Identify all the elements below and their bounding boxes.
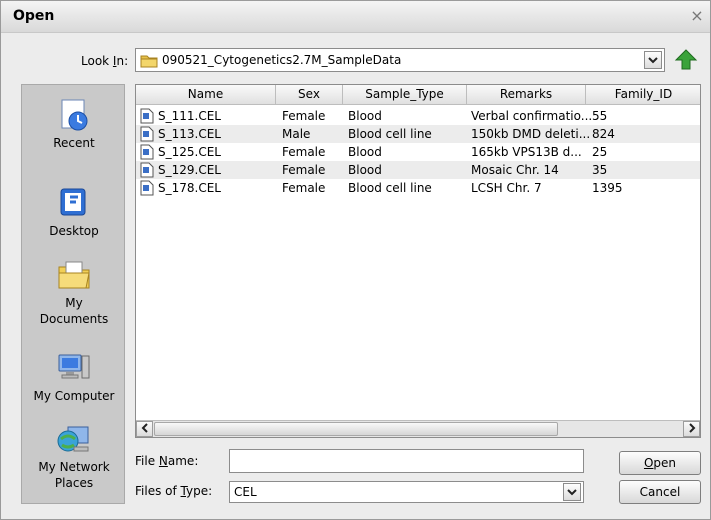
column-header-sample-type[interactable]: Sample_Type bbox=[343, 85, 467, 105]
file-sex: Female bbox=[282, 181, 326, 195]
look-in-value: 090521_Cytogenetics2.7M_SampleData bbox=[162, 53, 402, 67]
file-name: S_125.CEL bbox=[158, 145, 221, 159]
table-row[interactable]: S_129.CEL Female Blood Mosaic Chr. 14 35 bbox=[136, 161, 700, 179]
up-arrow-icon bbox=[674, 49, 698, 70]
look-in-dropdown-button[interactable] bbox=[644, 51, 662, 69]
folder-icon bbox=[140, 55, 158, 68]
my-documents-icon bbox=[58, 261, 90, 289]
table-row[interactable]: S_125.CEL Female Blood 165kb VPS13B d...… bbox=[136, 143, 700, 161]
file-remarks: 150kb DMD deleti... bbox=[471, 127, 591, 141]
files-of-type-value: CEL bbox=[234, 485, 257, 499]
file-family-id: 35 bbox=[592, 163, 608, 177]
cel-file-icon bbox=[140, 144, 154, 160]
scroll-left-button[interactable] bbox=[136, 421, 153, 437]
chevron-right-icon bbox=[688, 423, 695, 433]
file-sample-type: Blood bbox=[348, 163, 382, 177]
look-in-combo[interactable]: 090521_Cytogenetics2.7M_SampleData bbox=[135, 48, 665, 72]
my-computer-icon bbox=[58, 354, 90, 379]
horizontal-scrollbar[interactable] bbox=[136, 420, 700, 437]
file-name: S_129.CEL bbox=[158, 163, 221, 177]
file-remarks: 165kb VPS13B d... bbox=[471, 145, 582, 159]
file-name: S_178.CEL bbox=[158, 181, 221, 195]
file-family-id: 55 bbox=[592, 109, 608, 123]
column-header-sex[interactable]: Sex bbox=[276, 85, 343, 105]
file-sample-type: Blood cell line bbox=[348, 181, 432, 195]
table-row[interactable]: S_111.CEL Female Blood Verbal confirmati… bbox=[136, 107, 700, 125]
network-places-icon bbox=[57, 426, 89, 452]
places-bar: Recent Desktop My Documents My Computer … bbox=[21, 84, 125, 504]
chevron-left-icon bbox=[141, 423, 148, 433]
files-of-type-dropdown-button[interactable] bbox=[563, 483, 581, 501]
chevron-down-icon bbox=[567, 489, 577, 496]
place-my-computer[interactable]: My Computer bbox=[22, 350, 126, 404]
look-in-label: Look In: bbox=[81, 54, 129, 68]
file-sex: Female bbox=[282, 145, 326, 159]
place-my-network-places[interactable]: My Network Places bbox=[22, 421, 126, 491]
file-name-input[interactable] bbox=[229, 449, 584, 473]
column-header-name[interactable]: Name bbox=[136, 85, 276, 105]
cel-file-icon bbox=[140, 108, 154, 124]
cel-file-icon bbox=[140, 162, 154, 178]
table-row[interactable]: S_113.CEL Male Blood cell line 150kb DMD… bbox=[136, 125, 700, 143]
scroll-right-button[interactable] bbox=[683, 421, 700, 437]
file-family-id: 824 bbox=[592, 127, 615, 141]
file-family-id: 1395 bbox=[592, 181, 623, 195]
place-recent[interactable]: Recent bbox=[22, 97, 126, 151]
column-header-family-id[interactable]: Family_ID bbox=[586, 85, 700, 105]
dialog-title: Open bbox=[13, 8, 55, 24]
table-row[interactable]: S_178.CEL Female Blood cell line LCSH Ch… bbox=[136, 179, 700, 197]
file-list[interactable]: Name Sex Sample_Type Remarks Family_ID S… bbox=[135, 84, 701, 438]
file-sex: Male bbox=[282, 127, 311, 141]
file-remarks: Mosaic Chr. 14 bbox=[471, 163, 559, 177]
up-one-level-button[interactable] bbox=[673, 47, 699, 73]
cel-file-icon bbox=[140, 180, 154, 196]
scroll-thumb[interactable] bbox=[154, 422, 558, 436]
file-sample-type: Blood bbox=[348, 109, 382, 123]
open-button[interactable]: Open bbox=[619, 451, 701, 475]
cancel-button[interactable]: Cancel bbox=[619, 480, 701, 504]
chevron-down-icon bbox=[648, 57, 658, 64]
file-sex: Female bbox=[282, 163, 326, 177]
place-desktop[interactable]: Desktop bbox=[22, 185, 126, 239]
file-name-label: File Name: bbox=[135, 454, 199, 468]
file-sex: Female bbox=[282, 109, 326, 123]
files-of-type-label: Files of Type: bbox=[135, 484, 213, 498]
title-bar: Open × bbox=[1, 1, 710, 33]
file-family-id: 25 bbox=[592, 145, 608, 159]
file-remarks: LCSH Chr. 7 bbox=[471, 181, 542, 195]
files-of-type-combo[interactable]: CEL bbox=[229, 481, 584, 503]
file-list-header: Name Sex Sample_Type Remarks Family_ID bbox=[136, 85, 700, 105]
file-name: S_113.CEL bbox=[158, 127, 221, 141]
column-header-remarks[interactable]: Remarks bbox=[467, 85, 586, 105]
file-remarks: Verbal confirmatio... bbox=[471, 109, 591, 123]
file-name: S_111.CEL bbox=[158, 109, 221, 123]
cel-file-icon bbox=[140, 126, 154, 142]
desktop-icon bbox=[60, 188, 86, 216]
place-my-documents[interactable]: My Documents bbox=[22, 257, 126, 327]
close-icon[interactable]: × bbox=[688, 7, 706, 25]
open-dialog: Open × Look In: 090521_Cytogenetics2.7M_… bbox=[0, 0, 711, 520]
file-sample-type: Blood bbox=[348, 145, 382, 159]
file-sample-type: Blood cell line bbox=[348, 127, 432, 141]
recent-clock-icon bbox=[61, 99, 88, 131]
